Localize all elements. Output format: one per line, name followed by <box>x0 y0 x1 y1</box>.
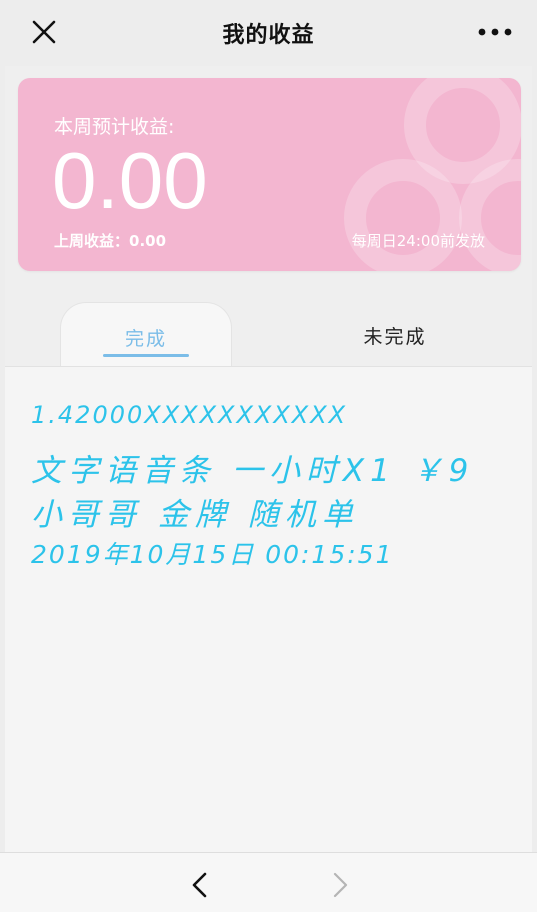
last-week-earnings: 上周收益：0.00 <box>54 230 166 251</box>
chevron-right-icon <box>333 872 348 898</box>
week-earnings-amount: 0.00 <box>52 136 208 225</box>
last-week-amount: 0.00 <box>129 232 167 250</box>
earnings-card: 本周预计收益: 0.00 上周收益：0.00 每周日24:00前发放 <box>18 78 521 271</box>
order-list-panel: 1.42000XXXXXXXXXXX 文字语音条 一小时X1 ￥9 小哥哥 金牌… <box>5 366 532 853</box>
tab-completed[interactable]: 完成 <box>60 302 232 367</box>
page-title: 我的收益 <box>222 23 315 48</box>
tab-completed-label: 完成 <box>124 328 167 350</box>
order-timestamp: 2019年10月15日 00:15:51 <box>31 540 394 569</box>
tab-active-indicator <box>103 354 189 357</box>
order-service: 文字语音条 一小时X1 ￥9 <box>31 453 475 489</box>
tab-incomplete[interactable]: 未完成 <box>305 322 485 349</box>
more-dots-icon[interactable] <box>477 24 513 40</box>
bottom-nav-bar <box>0 852 537 912</box>
payout-note: 每周日24:00前发放 <box>351 232 485 250</box>
chevron-left-icon[interactable] <box>188 871 212 899</box>
last-week-label: 上周收益： <box>54 232 130 250</box>
top-bar: 我的收益 <box>0 0 537 66</box>
order-provider: 小哥哥 金牌 随机单 <box>31 497 359 533</box>
week-earnings-label: 本周预计收益: <box>54 116 175 138</box>
order-id: 1.42000XXXXXXXXXXX <box>31 401 348 429</box>
content-area: 本周预计收益: 0.00 上周收益：0.00 每周日24:00前发放 完成 未完… <box>5 66 532 853</box>
